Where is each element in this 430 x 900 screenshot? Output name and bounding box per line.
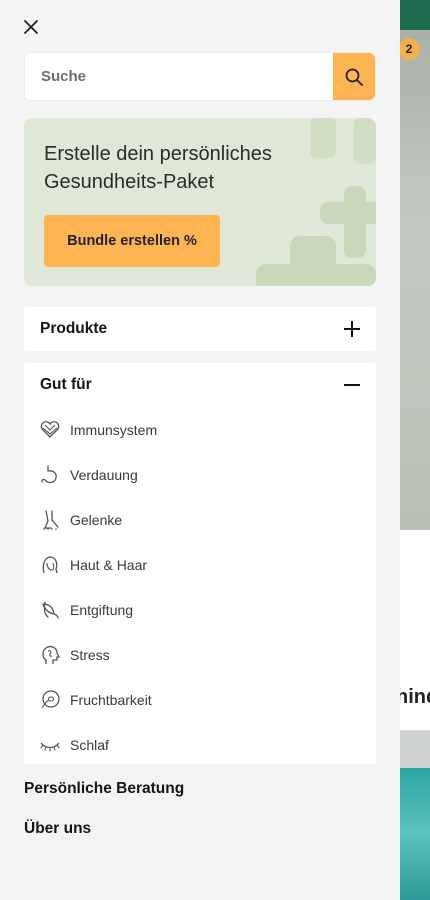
accordion-products-label: Produkte bbox=[40, 320, 108, 337]
good-for-item-schlaf[interactable]: Schlaf bbox=[24, 722, 376, 767]
background-hero-image bbox=[400, 30, 430, 530]
head-stress-icon bbox=[38, 643, 62, 667]
good-for-label: Verdauung bbox=[70, 466, 138, 483]
good-for-item-haut-haar[interactable]: Haut & Haar bbox=[24, 542, 376, 587]
leaf-icon bbox=[38, 598, 62, 622]
good-for-item-immunsystem[interactable]: Immunsystem bbox=[24, 407, 376, 452]
about-link[interactable]: Über uns bbox=[24, 820, 91, 838]
good-for-label: Haut & Haar bbox=[70, 556, 148, 573]
face-hair-icon bbox=[38, 553, 62, 577]
good-for-item-fruchtbarkeit[interactable]: Fruchtbarkeit bbox=[24, 677, 376, 722]
good-for-label: Stress bbox=[70, 646, 110, 663]
stomach-icon bbox=[38, 463, 62, 487]
search-icon bbox=[345, 68, 363, 86]
background-heading: hind bbox=[400, 686, 430, 708]
search-button[interactable] bbox=[333, 53, 375, 100]
joint-leg-icon bbox=[38, 508, 62, 532]
search-input[interactable] bbox=[25, 53, 333, 100]
close-button[interactable] bbox=[20, 16, 42, 38]
consulting-link[interactable]: Persönliche Beratung bbox=[24, 780, 184, 798]
accordion-good-for-label: Gut für bbox=[40, 376, 92, 393]
good-for-item-entgiftung[interactable]: Entgiftung bbox=[24, 587, 376, 632]
immune-heart-icon bbox=[38, 418, 62, 442]
good-for-item-stress[interactable]: Stress bbox=[24, 632, 376, 677]
promo-title: Erstelle dein persönliches Gesundheits-P… bbox=[44, 143, 272, 193]
menu-drawer: Erstelle dein persönliches Gesundheits-P… bbox=[0, 0, 400, 900]
plus-icon bbox=[344, 321, 360, 337]
good-for-label: Schlaf bbox=[70, 736, 109, 753]
accordion-good-for: Gut für Immunsystem Verdauung Gelenke Ha… bbox=[24, 363, 376, 764]
bundle-promo-card: Erstelle dein persönliches Gesundheits-P… bbox=[24, 118, 376, 286]
minus-icon bbox=[344, 384, 360, 386]
good-for-list: Immunsystem Verdauung Gelenke Haut & Haa… bbox=[24, 407, 376, 767]
good-for-item-verdauung[interactable]: Verdauung bbox=[24, 452, 376, 497]
accordion-products-header[interactable]: Produkte bbox=[24, 307, 376, 351]
good-for-label: Fruchtbarkeit bbox=[70, 691, 152, 708]
search-bar bbox=[24, 52, 376, 101]
good-for-label: Gelenke bbox=[70, 511, 123, 528]
good-for-label: Immunsystem bbox=[70, 421, 158, 438]
accordion-products: Produkte bbox=[24, 307, 376, 351]
background-product-image bbox=[400, 768, 430, 900]
fertility-icon bbox=[38, 688, 62, 712]
good-for-label: Entgiftung bbox=[70, 601, 134, 618]
sleep-eye-icon bbox=[38, 733, 62, 757]
accordion-good-for-header[interactable]: Gut für bbox=[24, 363, 376, 407]
close-icon bbox=[24, 20, 38, 34]
background-divider bbox=[400, 730, 430, 731]
background-header bbox=[400, 0, 430, 30]
bundle-create-button[interactable]: Bundle erstellen % bbox=[44, 215, 220, 267]
good-for-item-gelenke[interactable]: Gelenke bbox=[24, 497, 376, 542]
background-page: 2 hind bbox=[400, 0, 430, 900]
